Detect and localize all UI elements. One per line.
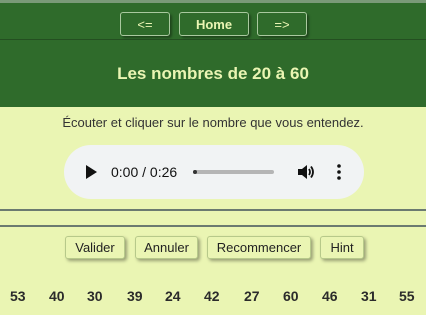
number-choice[interactable]: 46 [322,288,338,304]
audio-progress-fill [193,170,197,174]
play-icon[interactable] [86,165,97,179]
number-choice[interactable]: 24 [165,288,181,304]
page-title: Les nombres de 20 à 60 [117,63,309,83]
recommencer-button[interactable]: Recommencer [207,236,311,259]
number-choices: 53 40 30 39 24 42 27 60 46 31 55 [0,288,426,306]
number-choice[interactable]: 31 [361,288,377,304]
number-choice[interactable]: 40 [49,288,65,304]
home-button[interactable]: Home [179,12,249,36]
number-choice[interactable]: 53 [10,288,26,304]
top-nav-bar: <= Home => [0,0,426,40]
previous-button[interactable]: <= [120,12,170,36]
volume-icon[interactable] [296,162,316,182]
page-header: Les nombres de 20 à 60 [0,40,426,107]
number-choice[interactable]: 39 [127,288,143,304]
divider-top [0,209,426,211]
divider-bottom [0,225,426,227]
time-display: 0:00 / 0:26 [111,164,178,180]
valider-button[interactable]: Valider [65,236,125,259]
more-options-icon[interactable] [336,162,342,182]
number-choice[interactable]: 60 [283,288,299,304]
number-choice[interactable]: 27 [244,288,260,304]
annuler-button[interactable]: Annuler [135,236,198,259]
hint-button[interactable]: Hint [320,236,364,259]
next-button[interactable]: => [257,12,307,36]
audio-progress-bar[interactable] [193,170,274,174]
number-choice[interactable]: 30 [87,288,103,304]
instructions-text: Écouter et cliquer sur le nombre que vou… [62,115,364,130]
number-choice[interactable]: 42 [204,288,220,304]
number-choice[interactable]: 55 [399,288,415,304]
audio-player[interactable]: 0:00 / 0:26 [64,145,364,199]
